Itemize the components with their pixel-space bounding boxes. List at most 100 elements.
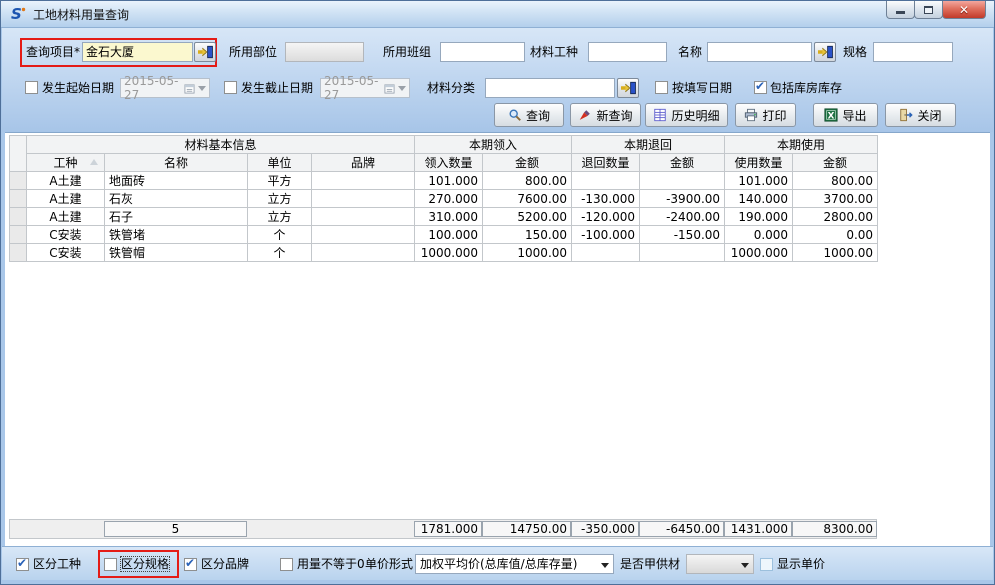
table-row[interactable]: A土建石子立方310.0005200.00-120.000-2400.00190… xyxy=(10,208,878,226)
cell-received-amount[interactable]: 1000.00 xyxy=(483,244,572,262)
cell-work-type[interactable]: A土建 xyxy=(27,172,105,190)
cell-brand[interactable] xyxy=(312,244,415,262)
cell-returned-qty[interactable] xyxy=(572,172,640,190)
row-indicator[interactable] xyxy=(10,208,27,226)
table-row[interactable]: C安装铁管帽个1000.0001000.001000.0001000.00 xyxy=(10,244,878,262)
column-header-received-qty[interactable]: 领入数量 xyxy=(415,154,483,172)
cell-received-qty[interactable]: 270.000 xyxy=(415,190,483,208)
cell-name[interactable]: 铁管堵 xyxy=(105,226,248,244)
history-detail-button[interactable]: 历史明细 xyxy=(645,103,728,127)
cell-name[interactable]: 铁管帽 xyxy=(105,244,248,262)
print-button[interactable]: 打印 xyxy=(735,103,796,127)
row-indicator[interactable] xyxy=(10,190,27,208)
maximize-button[interactable] xyxy=(914,1,943,19)
start-date-checkbox[interactable] xyxy=(25,81,38,94)
cell-returned-qty[interactable]: -130.000 xyxy=(572,190,640,208)
query-button[interactable]: 查询 xyxy=(494,103,564,127)
cell-received-amount[interactable]: 150.00 xyxy=(483,226,572,244)
material-category-input[interactable] xyxy=(485,78,615,98)
export-button[interactable]: X 导出 xyxy=(813,103,878,127)
cell-brand[interactable] xyxy=(312,172,415,190)
start-date-picker[interactable]: 2015-05-27 xyxy=(120,78,210,98)
cell-used-qty[interactable]: 1000.000 xyxy=(725,244,793,262)
cell-used-amount[interactable]: 0.00 xyxy=(793,226,878,244)
cell-used-qty[interactable]: 101.000 xyxy=(725,172,793,190)
column-header-returned-amount[interactable]: 金额 xyxy=(640,154,725,172)
cell-brand[interactable] xyxy=(312,190,415,208)
cell-unit[interactable]: 立方 xyxy=(248,190,312,208)
material-category-lookup-button[interactable] xyxy=(617,78,639,98)
cell-unit[interactable]: 立方 xyxy=(248,208,312,226)
cell-name[interactable]: 石灰 xyxy=(105,190,248,208)
row-indicator[interactable] xyxy=(10,226,27,244)
end-date-checkbox[interactable] xyxy=(224,81,237,94)
cell-name[interactable]: 石子 xyxy=(105,208,248,226)
cell-returned-qty[interactable] xyxy=(572,244,640,262)
query-project-input[interactable]: 金石大厦 xyxy=(82,42,193,62)
cell-returned-amount[interactable] xyxy=(640,172,725,190)
cell-used-amount[interactable]: 3700.00 xyxy=(793,190,878,208)
query-project-lookup-button[interactable] xyxy=(194,42,216,62)
minimize-button[interactable] xyxy=(886,1,915,19)
usage-not-zero-checkbox[interactable] xyxy=(280,558,293,571)
column-header-returned-qty[interactable]: 退回数量 xyxy=(572,154,640,172)
row-indicator[interactable] xyxy=(10,172,27,190)
unit-price-form-select[interactable]: 加权平均价(总库值/总库存量) xyxy=(415,554,614,574)
cell-work-type[interactable]: C安装 xyxy=(27,244,105,262)
name-input[interactable] xyxy=(707,42,812,62)
cell-used-qty[interactable]: 190.000 xyxy=(725,208,793,226)
cell-work-type[interactable]: C安装 xyxy=(27,226,105,244)
cell-used-amount[interactable]: 800.00 xyxy=(793,172,878,190)
include-warehouse-checkbox[interactable] xyxy=(754,81,767,94)
spec-select[interactable] xyxy=(873,42,953,62)
cell-received-qty[interactable]: 1000.000 xyxy=(415,244,483,262)
cell-used-qty[interactable]: 140.000 xyxy=(725,190,793,208)
column-header-used-qty[interactable]: 使用数量 xyxy=(725,154,793,172)
cell-unit[interactable]: 个 xyxy=(248,226,312,244)
by-fill-date-checkbox[interactable] xyxy=(655,81,668,94)
material-work-type-select[interactable] xyxy=(588,42,667,62)
column-header-received-amount[interactable]: 金额 xyxy=(483,154,572,172)
cell-received-amount[interactable]: 800.00 xyxy=(483,172,572,190)
cell-returned-amount[interactable]: -3900.00 xyxy=(640,190,725,208)
cell-brand[interactable] xyxy=(312,208,415,226)
column-header-brand[interactable]: 品牌 xyxy=(312,154,415,172)
distinguish-work-type-checkbox[interactable] xyxy=(16,558,29,571)
table-row[interactable]: C安装铁管堵个100.000150.00-100.000-150.000.000… xyxy=(10,226,878,244)
cell-received-qty[interactable]: 310.000 xyxy=(415,208,483,226)
cell-work-type[interactable]: A土建 xyxy=(27,190,105,208)
cell-returned-amount[interactable]: -150.00 xyxy=(640,226,725,244)
used-part-select[interactable] xyxy=(285,42,364,62)
cell-received-amount[interactable]: 7600.00 xyxy=(483,190,572,208)
distinguish-spec-checkbox[interactable] xyxy=(104,558,117,571)
cell-brand[interactable] xyxy=(312,226,415,244)
cell-used-qty[interactable]: 0.000 xyxy=(725,226,793,244)
close-window-button[interactable]: ✕ xyxy=(942,1,986,19)
name-lookup-button[interactable] xyxy=(814,42,836,62)
cell-unit[interactable]: 平方 xyxy=(248,172,312,190)
new-query-button[interactable]: 新查询 xyxy=(570,103,641,127)
close-button[interactable]: 关闭 xyxy=(885,103,956,127)
cell-returned-amount[interactable] xyxy=(640,244,725,262)
cell-name[interactable]: 地面砖 xyxy=(105,172,248,190)
cell-received-qty[interactable]: 101.000 xyxy=(415,172,483,190)
cell-returned-qty[interactable]: -100.000 xyxy=(572,226,640,244)
used-team-select[interactable] xyxy=(440,42,525,62)
owner-supplied-select[interactable] xyxy=(686,554,754,574)
table-row[interactable]: A土建地面砖平方101.000800.00101.000800.00 xyxy=(10,172,878,190)
column-header-work-type[interactable]: 工种 xyxy=(27,154,105,172)
cell-received-qty[interactable]: 100.000 xyxy=(415,226,483,244)
cell-received-amount[interactable]: 5200.00 xyxy=(483,208,572,226)
show-unit-price-checkbox[interactable] xyxy=(760,558,773,571)
cell-used-amount[interactable]: 2800.00 xyxy=(793,208,878,226)
table-row[interactable]: A土建石灰立方 270.0007600.00-130.000-3900.00140… xyxy=(10,190,878,208)
distinguish-brand-checkbox[interactable] xyxy=(184,558,197,571)
cell-used-amount[interactable]: 1000.00 xyxy=(793,244,878,262)
column-header-name[interactable]: 名称 xyxy=(105,154,248,172)
column-header-used-amount[interactable]: 金额 xyxy=(793,154,878,172)
cell-returned-qty[interactable]: -120.000 xyxy=(572,208,640,226)
end-date-picker[interactable]: 2015-05-27 xyxy=(320,78,410,98)
cell-unit[interactable]: 个 xyxy=(248,244,312,262)
cell-returned-amount[interactable]: -2400.00 xyxy=(640,208,725,226)
row-indicator[interactable] xyxy=(10,244,27,262)
